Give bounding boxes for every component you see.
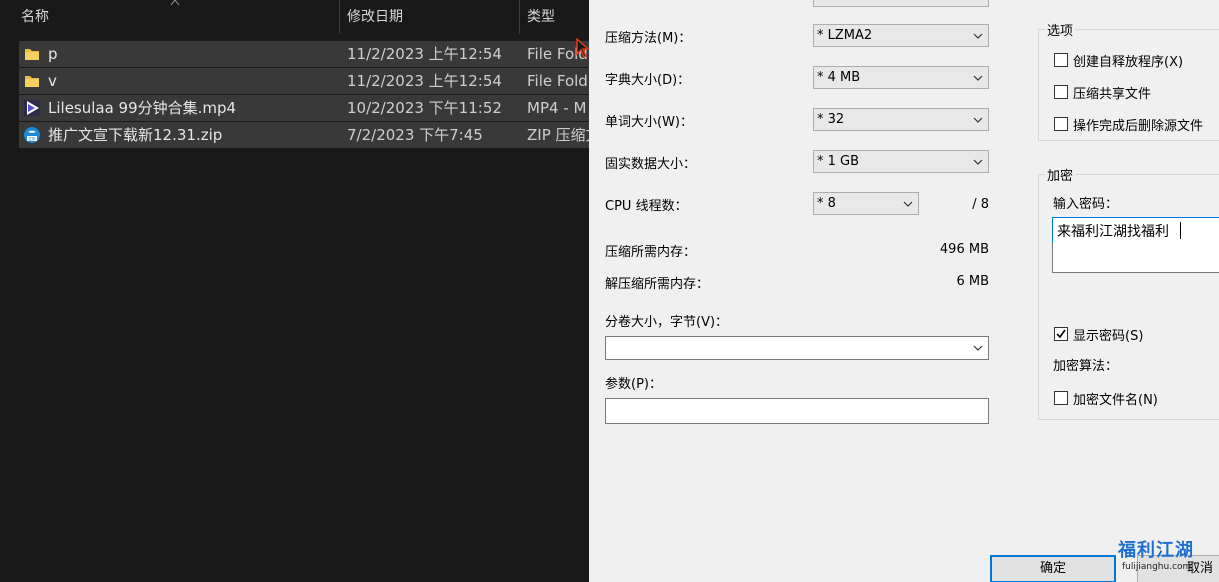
file-type: MP4 - M [527,99,587,117]
encryption-group-title: 加密 [1045,165,1076,184]
show-password-label[interactable]: 显示密码(S) [1073,325,1143,344]
memory-compress-label: 压缩所需内存： [605,245,697,260]
file-date: 7/2/2023 下午7:45 [347,126,483,144]
column-header-type[interactable]: 类型 [527,0,555,34]
column-header-date[interactable]: 修改日期 [347,0,403,34]
delete-after-label[interactable]: 操作完成后删除源文件 [1073,115,1203,134]
compress-shared-label[interactable]: 压缩共享文件 [1073,83,1151,102]
file-name: p [48,45,58,63]
cpu-threads-label: CPU 线程数： [605,199,688,214]
split-volumes-label: 分卷大小，字节(V)： [605,315,729,330]
compression-method-label: 压缩方法(M)： [605,31,692,46]
dictionary-size-value: * 4 MB [817,70,861,85]
compression-method-value: * LZMA2 [817,28,873,43]
encrypt-names-label[interactable]: 加密文件名(N) [1073,389,1158,408]
solid-block-size-label: 固实数据大小： [605,157,697,172]
word-size-label: 单词大小(W)： [605,115,693,130]
sort-ascending-icon [170,0,180,6]
file-date: 10/2/2023 下午11:52 [347,99,502,117]
column-header-name[interactable]: 名称 [21,0,49,34]
file-row[interactable]: v 11/2/2023 上午12:54 File Fold [19,68,589,94]
video-file-icon [24,100,40,116]
password-label: 输入密码： [1053,197,1119,212]
options-group-title: 选项 [1045,20,1076,39]
word-size-value: * 32 [817,112,845,127]
show-password-checkbox[interactable] [1054,327,1068,341]
text-caret [1180,222,1181,239]
memory-compress-value: 496 MB [939,242,989,257]
password-value: 来福利江湖找福利 [1057,224,1169,240]
file-name: 推广文宣下载新12.31.zip [48,126,223,144]
memory-decompress-label: 解压缩所需内存： [605,277,710,292]
compress-shared-checkbox[interactable] [1054,85,1068,99]
cpu-threads-select[interactable]: * 8 [813,192,919,215]
file-row[interactable]: p 11/2/2023 上午12:54 File Fold [19,41,589,67]
file-row[interactable]: ZIP 推广文宣下载新12.31.zip 7/2/2023 下午7:45 ZIP… [19,122,589,148]
checkmark-icon [1056,329,1066,339]
encrypt-names-checkbox[interactable] [1054,391,1068,405]
parameters-input[interactable] [605,398,989,424]
file-date: 11/2/2023 上午12:54 [347,72,502,90]
folder-icon [25,49,39,60]
archive-format-select[interactable] [813,0,989,7]
file-explorer: 名称 修改日期 类型 p 11/2/2023 上午12:54 File Fold… [0,0,589,582]
password-input[interactable]: 来福利江湖找福利 [1052,217,1219,244]
cpu-threads-max: / 8 [972,197,989,212]
delete-after-checkbox[interactable] [1054,117,1068,131]
add-to-archive-dialog: 压缩方法(M)： * LZMA2 字典大小(D)： * 4 MB 单词大小(W)… [589,0,1219,582]
create-sfx-checkbox[interactable] [1054,53,1068,67]
chevron-down-icon [973,33,983,39]
password-confirm-area [1052,243,1219,273]
create-sfx-label[interactable]: 创建自释放程序(X) [1073,51,1183,70]
mouse-cursor-icon [576,38,589,59]
parameters-label: 参数(P)： [605,377,662,392]
zip-file-icon: ZIP [24,127,40,143]
svg-text:ZIP: ZIP [28,136,35,142]
watermark-brand: 福利江湖 [1118,540,1194,561]
ok-button[interactable]: 确定 [990,555,1116,582]
compression-method-select[interactable]: * LZMA2 [813,24,989,47]
watermark-url: fulijianghu.com [1122,562,1192,572]
solid-block-size-select[interactable]: * 1 GB [813,150,989,173]
file-name: v [48,72,57,90]
word-size-select[interactable]: * 32 [813,108,989,131]
column-divider[interactable] [519,0,520,34]
file-date: 11/2/2023 上午12:54 [347,45,502,63]
chevron-down-icon [973,159,983,165]
cpu-threads-value: * 8 [817,196,836,211]
file-type: ZIP 压缩文 [527,126,589,144]
chevron-down-icon [973,345,983,351]
file-name: Lilesulaa 99分钟合集.mp4 [48,99,237,117]
dictionary-size-label: 字典大小(D)： [605,73,691,88]
chevron-down-icon [973,75,983,81]
split-volumes-select[interactable] [605,336,989,360]
chevron-down-icon [903,201,913,207]
column-divider[interactable] [339,0,340,34]
file-row[interactable]: Lilesulaa 99分钟合集.mp4 10/2/2023 下午11:52 M… [19,95,589,121]
dictionary-size-select[interactable]: * 4 MB [813,66,989,89]
encryption-method-label: 加密算法： [1053,359,1119,374]
folder-icon [25,76,39,87]
solid-block-size-value: * 1 GB [817,154,860,169]
memory-decompress-value: 6 MB [956,274,989,289]
watermark-logo: 福利江湖 fulijianghu.com [1116,532,1219,582]
file-type: File Fold [527,72,588,90]
chevron-down-icon [973,117,983,123]
